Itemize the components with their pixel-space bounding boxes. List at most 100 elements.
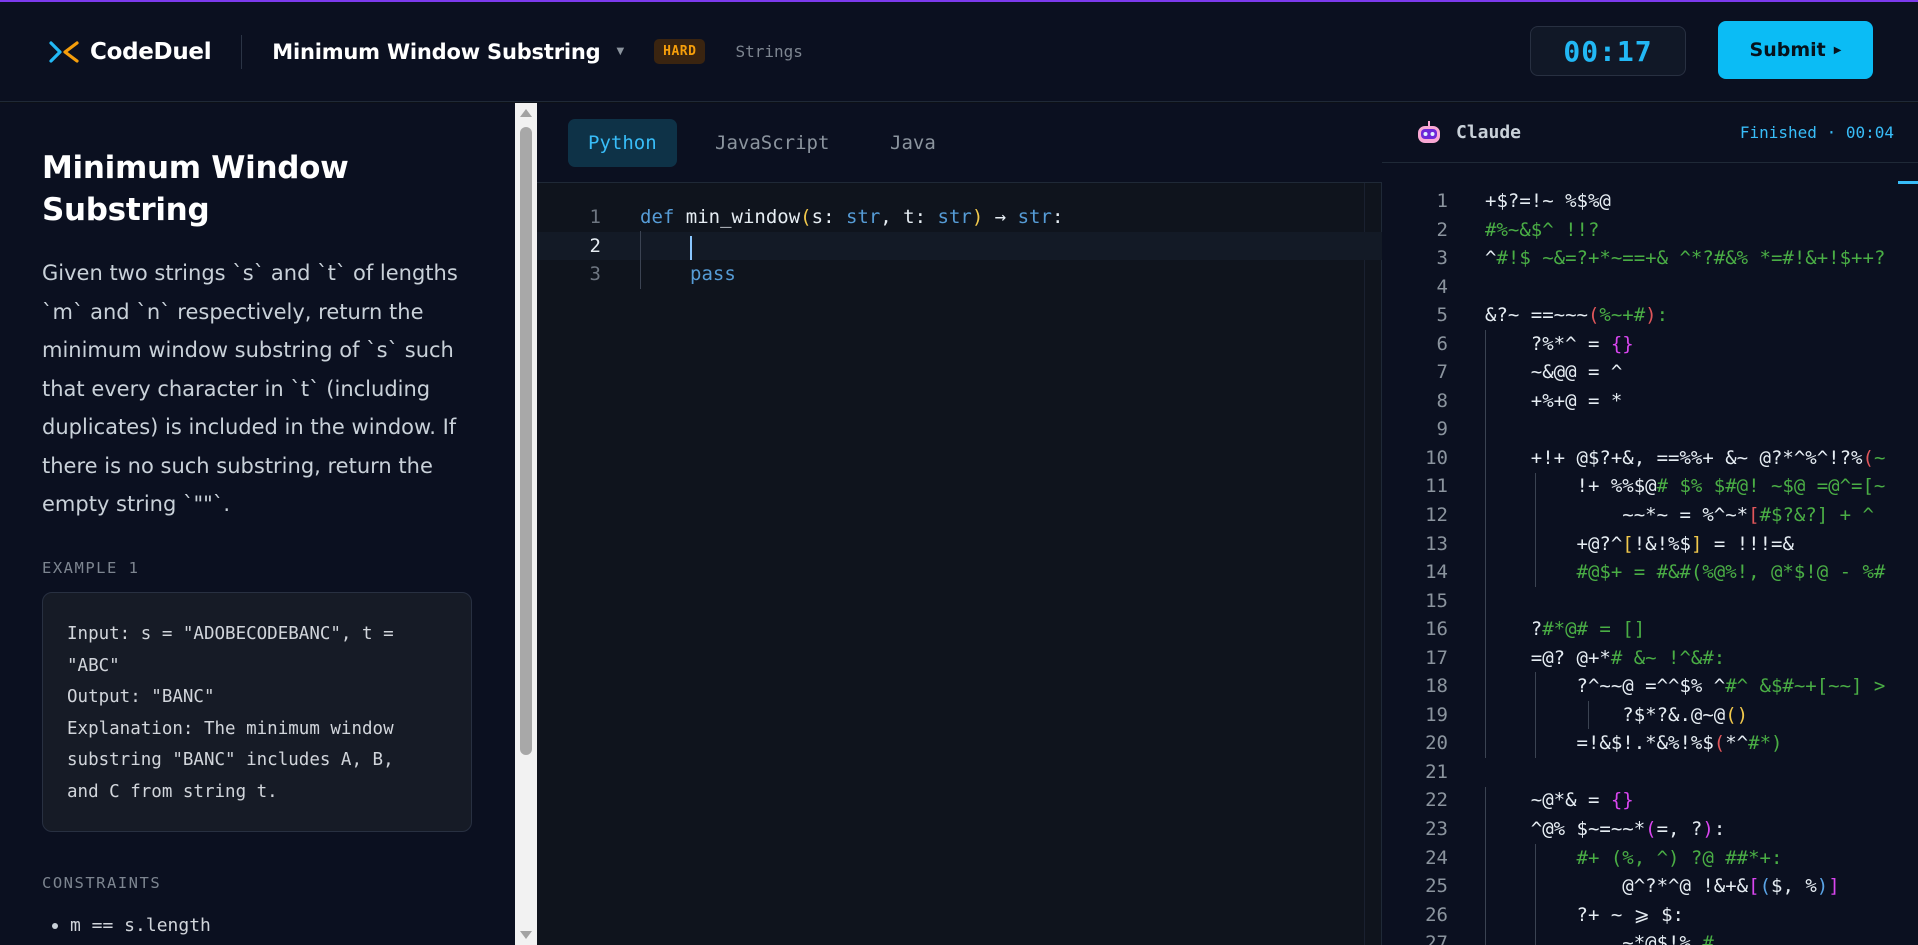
code-token: &?~ ==~~~ [1485, 304, 1588, 327]
timer: 00:17 [1530, 26, 1686, 76]
problem-selector-title[interactable]: Minimum Window Substring [272, 40, 600, 64]
code-token: # &~ !^&#: [1610, 646, 1726, 669]
obfuscated-line: 1 +$?=!~ %$%@ [1382, 187, 1918, 216]
code-token: #+ (%, ^) ?@ ##*+: [1485, 846, 1783, 869]
code-token: +@?^[!&!%$] = !!!=& [1485, 530, 1794, 559]
code-token: #@$+ = #&#(%@%!, @*$!@ - %# [1485, 558, 1886, 587]
obfuscated-line: 26 ?+ ~ ⩾ $: [1382, 901, 1918, 930]
constraints-label: CONSTRAINTS [42, 874, 162, 892]
obfuscated-line: 19 ?$*?&.@~@() [1382, 701, 1918, 730]
code-token: ?^~~@ =^^$% ^#^ &$#~+[~~] > [1485, 672, 1886, 701]
code-text: def min_window(s: str, t: str) → str: [640, 203, 1063, 232]
line-number: 24 [1425, 846, 1448, 869]
line-number: 21 [1425, 760, 1448, 783]
chevron-down-icon[interactable]: ▼ [616, 46, 624, 57]
line-number: 10 [1425, 446, 1448, 469]
code-token: → [983, 206, 1018, 228]
code-editor[interactable]: Python JavaScript Java 1 def min_window(… [537, 103, 1382, 945]
code-token: =@? @+*# &~ !^&#: [1485, 644, 1725, 673]
obfuscated-line: 11 !+ %%$@# $% $#@! ~$@ =@^=[~ [1382, 472, 1918, 501]
opponent-panel: Claude Finished · 00:04 1 +$?=!~ %$%@ 2 #%… [1382, 103, 1918, 945]
obfuscated-line: 7 ~&@@ = ^ [1382, 358, 1918, 387]
problem-panel: Minimum Window Substring Given two strin… [0, 103, 515, 945]
problem-description: Given two strings `s` and `t` of lengths… [42, 261, 458, 516]
code-token: ) [1816, 875, 1829, 898]
tab-javascript[interactable]: JavaScript [695, 119, 849, 167]
obfuscated-line: 20 =!&$!.*&%!%$(*^#*) [1382, 729, 1918, 758]
code-token: %~+# [1599, 304, 1646, 327]
indent-guide [1485, 443, 1486, 758]
code-token: {} [1610, 789, 1634, 812]
code-token: ^@% $~=~~* [1485, 818, 1646, 841]
code-token: ?+ ~ ⩾ $: [1485, 903, 1684, 926]
obfuscated-line: 13 +@?^[!&!%$] = !!!=& [1382, 530, 1918, 559]
code-token: #!$ ~&=?+*~==+& ^*?#&% *=#!&+!$++? [1496, 247, 1886, 270]
scrollbar-thumb[interactable] [520, 127, 532, 755]
code-token: =!&$!.*&%!%$ [1485, 732, 1714, 755]
line-number: 3 [589, 263, 601, 286]
line-number: 23 [1425, 818, 1448, 841]
code-token: s: [811, 206, 846, 228]
obfuscated-line: 5 &?~ ==~~~(%~+#): [1382, 301, 1918, 330]
code-area[interactable]: 1 def min_window(s: str, t: str) → str: … [537, 203, 1382, 289]
code-token: : [1656, 304, 1669, 327]
code-token: , [880, 206, 904, 228]
line-number: 12 [1425, 504, 1448, 527]
obfuscated-line: 2 #%~&$^ !!? [1382, 216, 1918, 245]
obfuscated-line: 24 #+ (%, ^) ?@ ##*+: [1382, 844, 1918, 873]
code-token: t: [903, 206, 938, 228]
submit-button[interactable]: Submit ▶ [1718, 21, 1873, 79]
problem-heading: Minimum Window Substring [42, 150, 349, 228]
line-number: 5 [1436, 304, 1448, 327]
line-number: 26 [1425, 903, 1448, 926]
code-token: ( [800, 206, 812, 228]
code-token: min_window [674, 206, 801, 228]
tab-java[interactable]: Java [870, 119, 956, 167]
scroll-up-icon[interactable] [520, 109, 532, 117]
obfuscated-line: 22 ~@*& = {} [1382, 786, 1918, 815]
robot-icon [1416, 120, 1442, 146]
line-number: 27 [1425, 932, 1448, 945]
line-number: 8 [1436, 389, 1448, 412]
code-token: ?+ ~ ⩾ $: [1485, 901, 1684, 930]
code-token: ( [1587, 304, 1600, 327]
code-token: ?%*^ = [1485, 332, 1611, 355]
code-token: ~&@@ = ^ [1485, 358, 1623, 387]
line-number: 14 [1425, 561, 1448, 584]
obfuscated-line: 25 @^?*^@ !&+&[($, %)] [1382, 872, 1918, 901]
opponent-code-area: 1 +$?=!~ %$%@ 2 #%~&$^ !!? 3 ^#!$ ~&=?+*~==… [1382, 187, 1918, 945]
opponent-name: Claude [1456, 122, 1522, 143]
obfuscated-line: 23 ^@% $~=~~*(=, ?): [1382, 815, 1918, 844]
code-line: 1 def min_window(s: str, t: str) → str: [537, 203, 1382, 232]
code-token: [ [1622, 532, 1634, 555]
line-number: 9 [1436, 418, 1448, 441]
obfuscated-line: 9 [1382, 415, 1918, 444]
code-token: ] [1828, 875, 1840, 898]
minimap-divider [1364, 183, 1365, 945]
code-line: 3 pass [537, 260, 1382, 289]
code-token: ( [1713, 732, 1726, 755]
line-number: 11 [1425, 475, 1448, 498]
topic-tag: Strings [735, 42, 803, 61]
header-divider [241, 34, 243, 69]
code-token: ~~*~ = %^~* [1485, 504, 1749, 527]
line-number: 3 [1436, 247, 1448, 270]
code-token: str [1017, 206, 1052, 228]
example-text: Input: s = "ADOBECODEBANC", t = "ABC" Ou… [67, 624, 394, 802]
code-token: !+ %%$@# $% $#@! ~$@ =@^=[~ [1485, 472, 1886, 501]
code-token: def [640, 206, 675, 228]
code-token: +%+@ = * [1485, 387, 1623, 416]
line-number: 19 [1425, 703, 1448, 726]
obfuscated-line: 18 ?^~~@ =^^$% ^#^ &$#~+[~~] > [1382, 672, 1918, 701]
logo[interactable]: CodeDuel [48, 36, 212, 68]
scroll-down-icon[interactable] [520, 931, 532, 939]
problem-scrollbar[interactable] [515, 103, 537, 945]
indent-guide [1535, 472, 1536, 587]
code-token: ) [1702, 818, 1714, 841]
code-token: #*@# = [] [1542, 618, 1646, 641]
line-number: 17 [1425, 646, 1448, 669]
obfuscated-line: 4 [1382, 273, 1918, 302]
tab-python[interactable]: Python [568, 119, 677, 167]
constraint-text: m == s.length [70, 915, 211, 936]
code-token: ?$*?&.@~@ [1485, 703, 1726, 726]
